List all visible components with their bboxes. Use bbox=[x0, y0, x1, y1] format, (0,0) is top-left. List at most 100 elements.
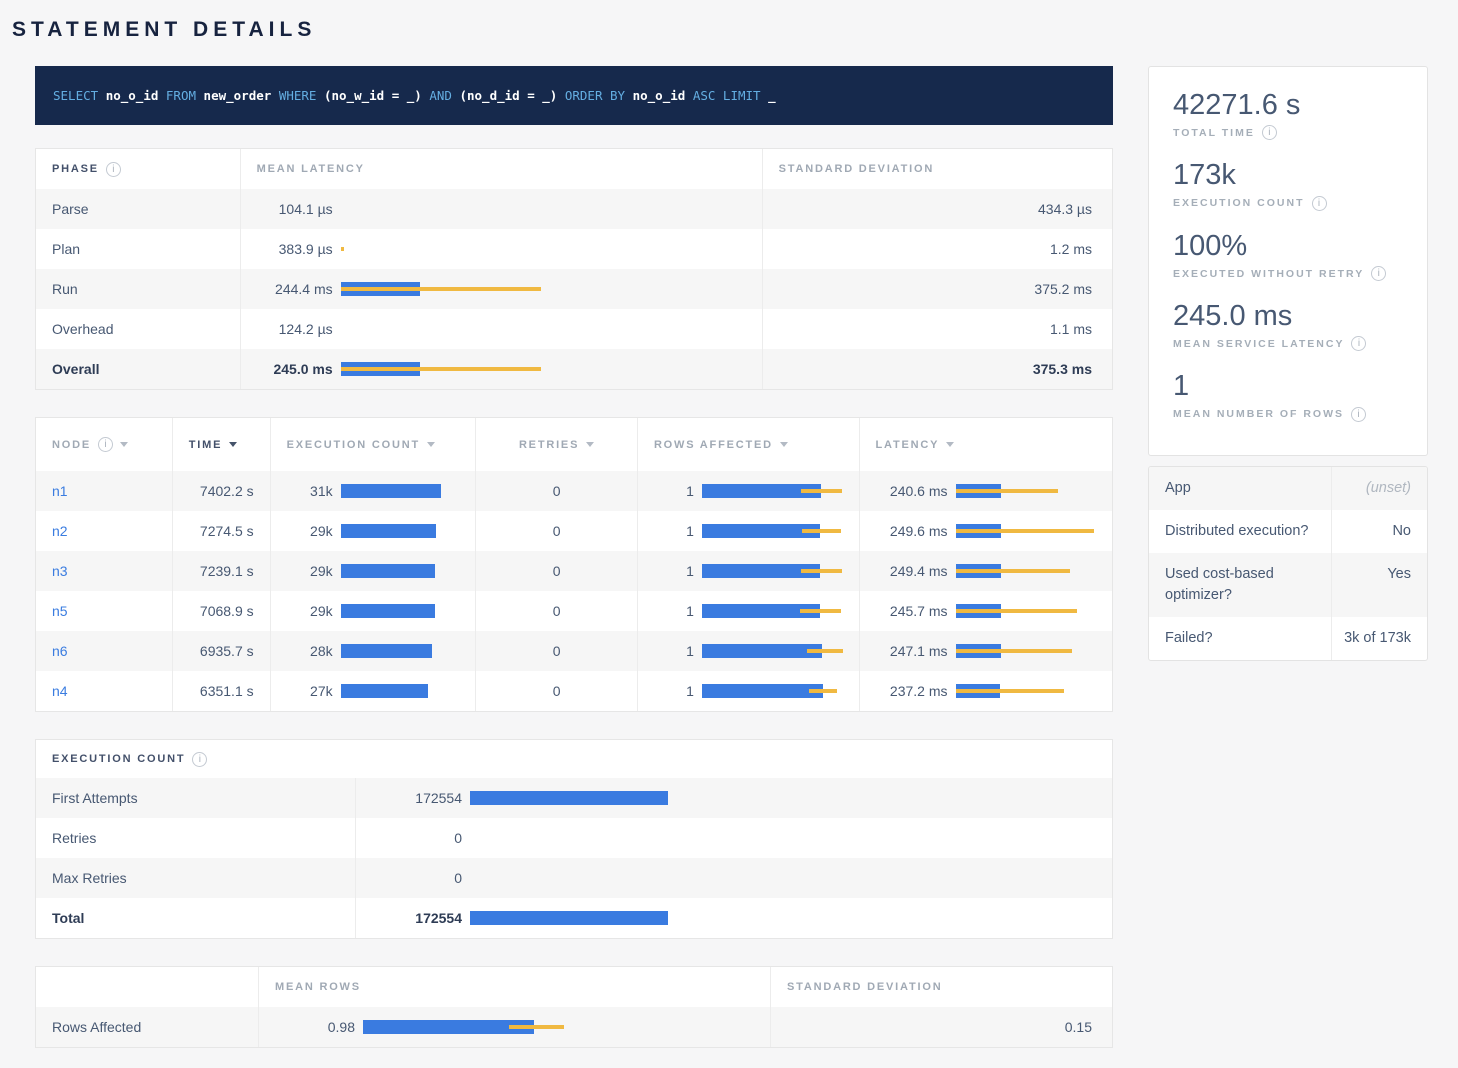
stat-value: 245.0 ms bbox=[1173, 300, 1403, 333]
phase-header-label: PHASE bbox=[52, 163, 99, 175]
retries-column-header[interactable]: RETRIES bbox=[476, 418, 638, 471]
stat-label: MEAN SERVICE LATENCY bbox=[1173, 336, 1403, 351]
info-icon[interactable] bbox=[1351, 407, 1366, 422]
rows-affected-bar bbox=[702, 644, 843, 658]
std-deviation-value: 1.1 ms bbox=[763, 309, 1112, 349]
phase-label: Parse bbox=[36, 189, 241, 229]
node-link[interactable]: n3 bbox=[52, 563, 68, 579]
sql-keyword: SELECT bbox=[53, 88, 98, 103]
exec-row-value: 172554 bbox=[372, 910, 462, 926]
rows-affected-value: 1 bbox=[654, 643, 694, 659]
attribute-label: App bbox=[1149, 467, 1331, 510]
sql-keyword: WHERE bbox=[279, 88, 317, 103]
node-link[interactable]: n6 bbox=[52, 643, 68, 659]
phase-label: Overall bbox=[36, 349, 241, 389]
latency-bar bbox=[956, 564, 1097, 578]
node-column-header[interactable]: NODE bbox=[36, 418, 173, 471]
retries-cell: 0 bbox=[476, 631, 638, 671]
table-row: n6 6935.7 s 28k 0 1 247.1 ms bbox=[36, 631, 1112, 671]
latency-bar bbox=[341, 362, 746, 376]
execution-count-bar bbox=[341, 684, 460, 698]
mean-latency-value: 383.9 µs bbox=[257, 241, 333, 257]
stat-mean-service-latency: 245.0 ms MEAN SERVICE LATENCY bbox=[1173, 300, 1403, 351]
stat-value: 42271.6 s bbox=[1173, 89, 1403, 122]
stat-value: 1 bbox=[1173, 370, 1403, 403]
info-icon[interactable] bbox=[1262, 125, 1277, 140]
mean-bar bbox=[702, 684, 823, 698]
exec-row-label: Total bbox=[36, 898, 356, 938]
execution-count-value: 29k bbox=[287, 603, 333, 619]
rows-affected-value: 1 bbox=[654, 523, 694, 539]
node-link[interactable]: n1 bbox=[52, 483, 68, 499]
latency-column-header[interactable]: LATENCY bbox=[860, 418, 1113, 471]
phase-label: Plan bbox=[36, 229, 241, 269]
info-icon[interactable] bbox=[98, 437, 113, 452]
statement-details-page: STATEMENT DETAILS SELECT no_o_id FROM ne… bbox=[0, 0, 1458, 1068]
execution-count-bar bbox=[341, 524, 460, 538]
stddev-whisker-bar bbox=[509, 1025, 564, 1029]
node-link[interactable]: n2 bbox=[52, 523, 68, 539]
execution-count-column-header[interactable]: EXECUTION COUNT bbox=[271, 418, 477, 471]
exec-row-value: 0 bbox=[372, 830, 462, 846]
retries-cell: 0 bbox=[476, 671, 638, 711]
node-link[interactable]: n4 bbox=[52, 683, 68, 699]
execution-count-bar bbox=[341, 484, 460, 498]
stddev-whisker-bar bbox=[956, 689, 1064, 693]
stddev-whisker-bar bbox=[956, 649, 1072, 653]
sort-caret-icon[interactable] bbox=[586, 442, 594, 447]
latency-bar bbox=[956, 644, 1097, 658]
node-link[interactable]: n5 bbox=[52, 603, 68, 619]
exec-row-label: Retries bbox=[36, 818, 356, 858]
time-column-header[interactable]: TIME bbox=[173, 418, 271, 471]
retries-cell: 0 bbox=[476, 551, 638, 591]
table-row: n2 7274.5 s 29k 0 1 249.6 ms bbox=[36, 511, 1112, 551]
mean-latency-value: 104.1 µs bbox=[257, 201, 333, 217]
stddev-whisker-bar bbox=[801, 569, 842, 573]
execution-count-cell: 29k bbox=[271, 591, 477, 631]
mean-rows-column-header: MEAN ROWS bbox=[259, 967, 771, 1007]
info-icon[interactable] bbox=[1371, 266, 1386, 281]
exec-row-value: 0 bbox=[372, 870, 462, 886]
stddev-whisker-bar bbox=[801, 489, 842, 493]
execution-count-bar bbox=[341, 564, 460, 578]
stddev-whisker-bar bbox=[802, 529, 841, 533]
mean-rows-bar bbox=[363, 1020, 754, 1034]
rows-affected-column-header[interactable]: ROWS AFFECTED bbox=[638, 418, 860, 471]
info-icon[interactable] bbox=[192, 752, 207, 767]
table-row: Retries 0 bbox=[36, 818, 1112, 858]
sort-caret-icon[interactable] bbox=[120, 442, 128, 447]
exec-row-value-cell: 172554 bbox=[356, 898, 1112, 938]
sql-keyword: ASC LIMIT bbox=[693, 88, 761, 103]
exec-row-value-cell: 0 bbox=[356, 818, 1112, 858]
stat-mean-number-of-rows: 1 MEAN NUMBER OF ROWS bbox=[1173, 370, 1403, 421]
stddev-whisker-bar bbox=[956, 569, 1070, 573]
sort-caret-icon[interactable] bbox=[427, 442, 435, 447]
latency-value: 249.6 ms bbox=[876, 523, 948, 539]
sort-caret-icon[interactable] bbox=[780, 442, 788, 447]
rows-affected-table: MEAN ROWS STANDARD DEVIATION Rows Affect… bbox=[35, 966, 1113, 1048]
mean-bar bbox=[470, 911, 668, 925]
mean-bar bbox=[341, 684, 428, 698]
std-deviation-header-label: STANDARD DEVIATION bbox=[787, 981, 942, 993]
sort-caret-icon[interactable] bbox=[229, 442, 237, 447]
sort-caret-icon[interactable] bbox=[946, 442, 954, 447]
retries-cell: 0 bbox=[476, 511, 638, 551]
stddev-whisker-bar bbox=[341, 367, 541, 371]
rows-affected-value: 1 bbox=[654, 483, 694, 499]
retries-header-label: RETRIES bbox=[519, 439, 579, 451]
attribute-label: Distributed execution? bbox=[1149, 510, 1331, 553]
latency-bar bbox=[956, 684, 1097, 698]
attribute-row-app: App (unset) bbox=[1149, 467, 1427, 510]
execution-count-title-label: EXECUTION COUNT bbox=[52, 753, 185, 765]
node-cell: n6 bbox=[36, 631, 173, 671]
info-icon[interactable] bbox=[1351, 336, 1366, 351]
phase-label: Run bbox=[36, 269, 241, 309]
rows-affected-label: Rows Affected bbox=[36, 1007, 259, 1047]
mean-latency-value: 245.0 ms bbox=[257, 361, 333, 377]
info-icon[interactable] bbox=[106, 162, 121, 177]
info-icon[interactable] bbox=[1312, 196, 1327, 211]
latency-cell: 237.2 ms bbox=[860, 671, 1113, 711]
table-row: Total 172554 bbox=[36, 898, 1112, 938]
table-row: First Attempts 172554 bbox=[36, 778, 1112, 818]
latency-bar bbox=[341, 242, 746, 256]
